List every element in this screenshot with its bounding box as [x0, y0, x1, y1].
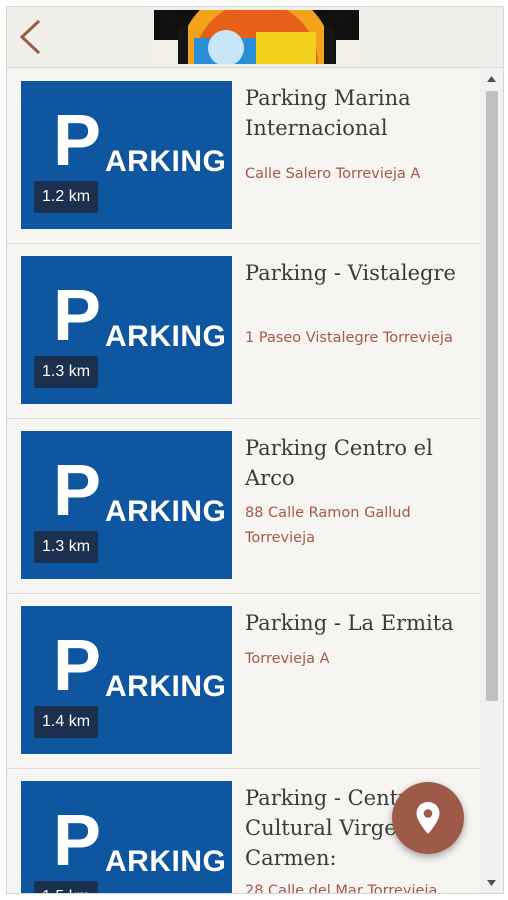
parking-logo-text: ARKING [105, 845, 227, 878]
app-logo [154, 10, 359, 64]
app-window: P ARKING 1.2 km Parking Marina Internaciona… [6, 6, 504, 894]
parking-logo-letter: P [53, 626, 102, 706]
parking-address: 1 Paseo Vistalegre Torrevieja [245, 330, 453, 346]
list-item[interactable]: P ARKING 1.3 km Parking Centro el Arco 88 Ca… [7, 419, 482, 594]
distance-badge: 1.2 km [34, 181, 99, 213]
parking-address: Calle Salero Torrevieja A [245, 166, 421, 182]
parking-thumbnail: P ARKING 1.3 km [21, 256, 232, 404]
scroll-down-button[interactable] [480, 875, 503, 891]
parking-address: 28 Calle del Mar Torrevieja [245, 883, 438, 893]
parking-logo-letter: P [53, 101, 102, 181]
parking-logo-letter: P [53, 276, 102, 356]
parking-title: Parking - La Ermita [245, 611, 454, 635]
parking-address: 88 Calle Ramon Gallud Torrevieja [245, 505, 411, 546]
distance-badge: 1.5 km [34, 881, 99, 893]
map-pin-icon [416, 802, 440, 834]
list-item[interactable]: P ARKING 1.4 km Parking - La Ermita Torrevie… [7, 594, 482, 769]
parking-logo-text: ARKING [105, 145, 227, 178]
distance-badge: 1.4 km [34, 706, 99, 738]
scrollbar[interactable] [480, 69, 503, 893]
parking-address: Torrevieja A [245, 651, 330, 667]
scrollbar-thumb[interactable] [486, 91, 498, 701]
parking-thumbnail: P ARKING 1.2 km [21, 81, 232, 229]
chevron-left-icon [19, 19, 41, 55]
back-button[interactable] [13, 17, 47, 57]
parking-title: Parking Centro el Arco [245, 436, 433, 490]
list-item[interactable]: P ARKING 1.2 km Parking Marina Internaciona… [7, 69, 482, 244]
top-bar [7, 7, 503, 68]
parking-logo-letter: P [53, 801, 102, 881]
map-location-button[interactable] [392, 782, 464, 854]
parking-thumbnail: P ARKING 1.4 km [21, 606, 232, 754]
parking-logo-text: ARKING [105, 670, 227, 703]
parking-logo-letter: P [53, 451, 102, 531]
distance-badge: 1.3 km [34, 531, 99, 563]
parking-title: Parking - Vistalegre [245, 261, 456, 285]
distance-badge: 1.3 km [34, 356, 99, 388]
parking-thumbnail: PARKING 1.5 km [21, 781, 232, 893]
parking-logo-text: ARKING [105, 495, 227, 528]
scroll-up-button[interactable] [480, 71, 503, 87]
list-item[interactable]: P ARKING 1.3 km Parking - Vistalegre 1 Paseo… [7, 244, 482, 419]
parking-title: Parking Marina Internacional [245, 86, 411, 140]
triangle-down-icon [487, 880, 496, 886]
parking-thumbnail: P ARKING 1.3 km [21, 431, 232, 579]
parking-logo-text: ARKING [105, 320, 227, 353]
triangle-up-icon [487, 76, 496, 82]
parking-list: P ARKING 1.2 km Parking Marina Internaciona… [7, 69, 482, 893]
